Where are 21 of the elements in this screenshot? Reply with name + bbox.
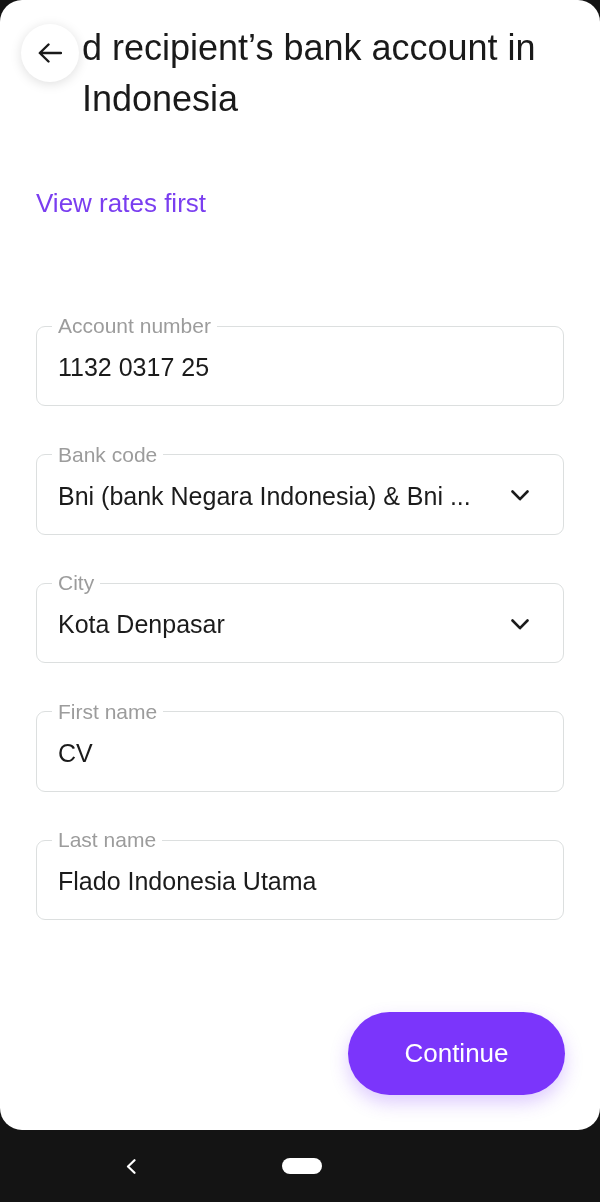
field-value: 1132 0317 25	[58, 352, 211, 382]
field-label: Last name	[57, 829, 158, 851]
dropdown-field[interactable]: City Kota Denpasar	[36, 572, 564, 663]
page-title: d recipient’s bank account in Indonesia	[82, 26, 537, 121]
back-button[interactable]	[21, 24, 79, 82]
field-label: City	[57, 572, 96, 594]
field-value: Bni (bank Negara Indonesia) & Bni ...	[58, 480, 472, 511]
field-value: Flado Indonesia Utama	[58, 866, 318, 896]
field-value: Kota Denpasar	[58, 609, 226, 639]
field-value: CV	[58, 737, 94, 768]
chevron-left-icon[interactable]	[126, 1158, 136, 1174]
chevron-down-icon	[511, 490, 529, 501]
arrow-left-icon	[38, 43, 62, 63]
continue-button[interactable]: Continue	[348, 1012, 565, 1095]
field-label: First name	[57, 700, 159, 723]
view-rates-link[interactable]: View rates first	[36, 188, 206, 218]
field-label: Account number	[57, 315, 212, 337]
chevron-down-icon	[511, 618, 529, 630]
text-field[interactable]: Account number 1132 0317 25	[36, 315, 564, 406]
home-pill[interactable]	[282, 1158, 322, 1174]
field-label: Bank code	[57, 443, 159, 466]
